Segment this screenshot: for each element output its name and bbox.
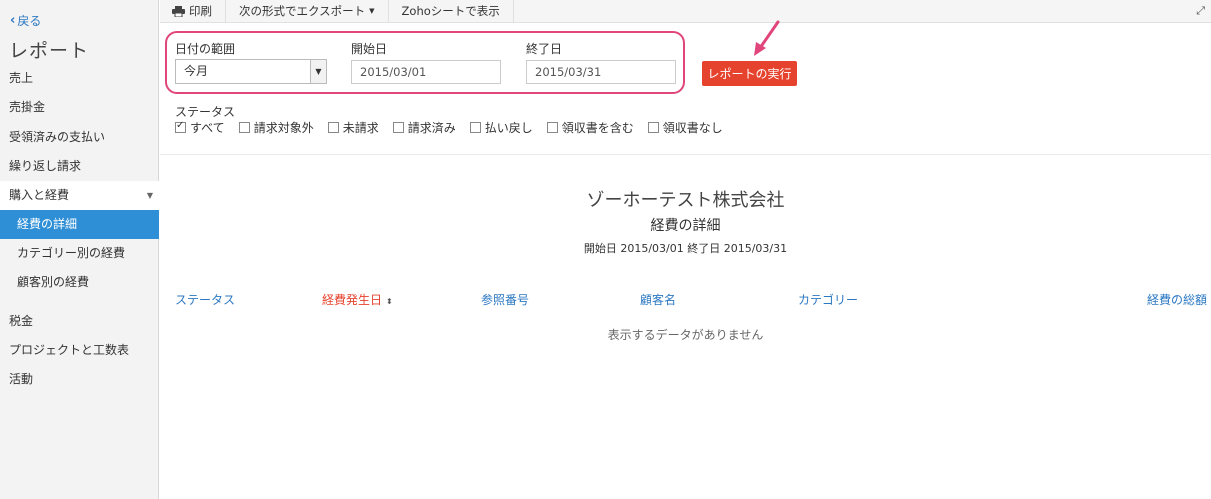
- status-without-receipt-checkbox[interactable]: 領収書なし: [647, 119, 723, 136]
- column-header-customer[interactable]: 顧客名: [640, 291, 676, 308]
- status-checkbox-group: すべて 請求対象外 未請求 請求済み 払い戻し 領収書を含む 領収書なし: [175, 119, 723, 136]
- zoho-sheet-label: Zohoシートで表示: [401, 3, 500, 18]
- chevron-left-icon: ‹: [10, 13, 16, 28]
- sidebar: ‹ 戻る レポート 売上 売掛金 受領済みの支払い 繰り返し請求 購入と経費 ▼…: [0, 0, 159, 499]
- sidebar-item-sales[interactable]: 売上: [0, 64, 159, 93]
- checkbox-icon: [238, 122, 250, 133]
- status-option-label: すべて: [190, 121, 225, 135]
- status-title: ステータス: [175, 105, 236, 119]
- column-header-label: 経費発生日: [322, 293, 383, 307]
- end-date-label: 終了日: [526, 42, 563, 56]
- date-range-value: 今月: [184, 64, 209, 78]
- sidebar-item-taxes[interactable]: 税金: [0, 307, 159, 336]
- start-date-label: 開始日: [351, 42, 388, 56]
- status-reimbursed-checkbox[interactable]: 払い戻し: [469, 119, 533, 136]
- caret-down-icon: ▼: [369, 6, 375, 15]
- date-range-select[interactable]: 今月 ▼: [175, 59, 327, 84]
- company-name: ゾーホーテスト株式会社: [586, 190, 785, 211]
- checkbox-icon: [469, 122, 481, 133]
- status-unbilled-checkbox[interactable]: 未請求: [327, 119, 379, 136]
- start-date-input[interactable]: [351, 60, 501, 84]
- status-nonbillable-checkbox[interactable]: 請求対象外: [238, 119, 314, 136]
- checkbox-checked-icon: [175, 120, 186, 133]
- date-range-label: 日付の範囲: [175, 42, 236, 56]
- checkbox-icon: [327, 122, 339, 133]
- sidebar-item-expense-details[interactable]: 経費の詳細: [0, 210, 159, 239]
- end-date-input[interactable]: [526, 60, 676, 84]
- sidebar-item-purchases-expenses[interactable]: 購入と経費 ▼: [0, 181, 159, 210]
- divider: [160, 154, 1211, 155]
- status-option-label: 請求済み: [407, 121, 456, 135]
- status-option-label: 領収書を含む: [561, 121, 634, 135]
- column-header-expense-date[interactable]: 経費発生日 ⬍: [322, 291, 393, 308]
- sidebar-item-payments-received[interactable]: 受領済みの支払い: [0, 123, 159, 152]
- export-label: 次の形式でエクスポート: [239, 3, 366, 18]
- checkbox-icon: [392, 122, 404, 133]
- status-option-label: 未請求: [342, 121, 379, 135]
- status-all-checkbox[interactable]: すべて: [175, 119, 225, 136]
- sidebar-title: レポート: [9, 40, 90, 62]
- status-invoiced-checkbox[interactable]: 請求済み: [392, 119, 456, 136]
- status-option-label: 領収書なし: [662, 121, 723, 135]
- expand-icon[interactable]: ⤢: [1196, 4, 1205, 18]
- sidebar-group-label: 購入と経費: [9, 188, 70, 202]
- back-link[interactable]: ‹ 戻る: [10, 12, 41, 29]
- print-label: 印刷: [189, 3, 212, 18]
- zoho-sheet-button[interactable]: Zohoシートで表示: [389, 0, 514, 23]
- sidebar-item-projects-timesheets[interactable]: プロジェクトと工数表: [0, 336, 159, 365]
- column-header-reference[interactable]: 参照番号: [481, 291, 529, 308]
- sidebar-item-expenses-by-customer[interactable]: 顧客別の経費: [0, 268, 159, 297]
- sidebar-item-receivables[interactable]: 売掛金: [0, 93, 159, 122]
- checkbox-icon: [647, 122, 659, 133]
- sidebar-item-recurring-invoices[interactable]: 繰り返し請求: [0, 152, 159, 181]
- status-option-label: 請求対象外: [253, 121, 314, 135]
- checkbox-icon: [546, 122, 558, 133]
- back-label: 戻る: [17, 14, 42, 28]
- column-header-category[interactable]: カテゴリー: [798, 291, 858, 308]
- export-dropdown[interactable]: 次の形式でエクスポート ▼: [226, 0, 389, 23]
- sidebar-item-expenses-by-category[interactable]: カテゴリー別の経費: [0, 239, 159, 268]
- column-header-total[interactable]: 経費の総額: [1147, 291, 1207, 308]
- print-button[interactable]: 印刷: [160, 0, 226, 23]
- toolbar: 印刷 次の形式でエクスポート ▼ Zohoシートで表示 ⤢: [160, 0, 1211, 23]
- report-title: 経費の詳細: [650, 218, 721, 234]
- run-report-button[interactable]: レポートの実行: [702, 61, 797, 86]
- printer-icon: [172, 5, 185, 17]
- report-date-range: 開始日 2015/03/01 終了日 2015/03/31: [583, 242, 788, 255]
- status-with-receipt-checkbox[interactable]: 領収書を含む: [546, 119, 634, 136]
- sort-icon: ⬍: [386, 297, 393, 306]
- caret-down-icon: ▼: [310, 60, 326, 83]
- column-header-status[interactable]: ステータス: [175, 291, 235, 308]
- pointer-arrow-icon: [754, 20, 780, 56]
- sidebar-item-activity[interactable]: 活動: [0, 365, 159, 394]
- empty-message: 表示するデータがありません: [607, 328, 764, 342]
- status-option-label: 払い戻し: [484, 121, 533, 135]
- caret-down-icon: ▼: [146, 191, 153, 200]
